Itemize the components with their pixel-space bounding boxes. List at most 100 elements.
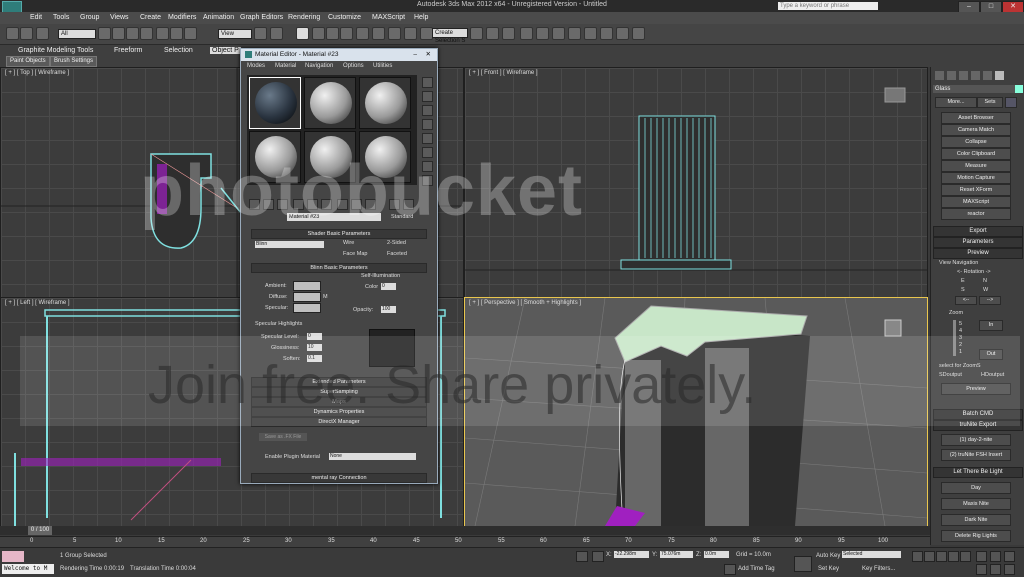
time-tag-icon[interactable]: [724, 564, 736, 575]
key-selection-dropdown[interactable]: Selected: [842, 551, 901, 558]
plugin-material-dropdown[interactable]: None: [329, 453, 416, 460]
zoom-all-icon[interactable]: [990, 551, 1001, 562]
snap-toggle-icon[interactable]: [296, 27, 309, 40]
zoom-in-button[interactable]: In: [979, 320, 1003, 331]
zoom-extents-icon[interactable]: [1004, 551, 1015, 562]
rollout-blinn-basic[interactable]: Blinn Basic Parameters: [251, 263, 427, 273]
radio-n[interactable]: N: [983, 278, 987, 284]
hierarchy-tab-icon[interactable]: [959, 71, 968, 80]
subtab-brush-settings[interactable]: Brush Settings: [50, 56, 98, 67]
sample-slot[interactable]: [304, 77, 356, 129]
display-tab-icon[interactable]: [983, 71, 992, 80]
x-coordinate-field[interactable]: -22.298m: [614, 551, 649, 558]
modify-tab-icon[interactable]: [947, 71, 956, 80]
camera-match-button[interactable]: Camera Match: [941, 124, 1011, 136]
reference-coord-dropdown[interactable]: View: [218, 29, 252, 39]
dark-nite-button[interactable]: Dark Nite: [941, 514, 1011, 526]
viewport-label-left[interactable]: [ + ] [ Left ] [ Wireframe ]: [5, 300, 70, 306]
set-key-button[interactable]: Set Key: [818, 566, 839, 572]
add-time-tag-button[interactable]: Add Time Tag: [738, 566, 775, 572]
tab-selection[interactable]: Selection: [164, 47, 193, 54]
faceted-checkbox[interactable]: Faceted: [387, 251, 407, 257]
uv-tiling-icon[interactable]: [422, 119, 433, 130]
render-production-icon[interactable]: [552, 27, 565, 40]
two-sided-checkbox[interactable]: 2-Sided: [387, 240, 406, 246]
menu-animation[interactable]: Animation: [203, 14, 234, 21]
radio-e[interactable]: E: [961, 278, 965, 284]
time-slider-track[interactable]: 0 / 100: [0, 526, 930, 535]
menu-group[interactable]: Group: [80, 14, 99, 21]
window-crossing-icon[interactable]: [140, 27, 153, 40]
layer-manager-icon[interactable]: [404, 27, 417, 40]
tab-object-paint[interactable]: Object P: [210, 47, 241, 54]
object-name-field[interactable]: Glass: [933, 85, 1015, 93]
menu-edit[interactable]: Edit: [30, 14, 42, 21]
specular-color-swatch[interactable]: [293, 303, 321, 313]
environment-icon[interactable]: [616, 27, 629, 40]
pan-view-icon[interactable]: [990, 564, 1001, 575]
activeshade-icon[interactable]: [584, 27, 597, 40]
minimize-icon[interactable]: –: [413, 49, 417, 61]
motion-tab-icon[interactable]: [971, 71, 980, 80]
select-move-icon[interactable]: [156, 27, 169, 40]
render-iterative-icon[interactable]: [568, 27, 581, 40]
link-icon[interactable]: [36, 27, 49, 40]
rotate-left-button[interactable]: <--: [955, 296, 977, 305]
y-coordinate-field[interactable]: 75.076m: [660, 551, 693, 558]
menu-maxscript[interactable]: MAXScript: [372, 14, 405, 21]
color-clipboard-button[interactable]: Color Clipboard: [941, 148, 1011, 160]
undo-icon[interactable]: [6, 27, 19, 40]
create-tab-icon[interactable]: [935, 71, 944, 80]
previous-frame-icon[interactable]: [924, 551, 935, 562]
wire-checkbox[interactable]: Wire: [343, 240, 354, 246]
timeline-ruler[interactable]: 0 5 10 15 20 25 30 35 40 45 50 55 60 65 …: [0, 536, 930, 547]
redo-icon[interactable]: [20, 27, 33, 40]
curve-editor-icon[interactable]: [470, 27, 483, 40]
select-manipulate-icon[interactable]: [270, 27, 283, 40]
viewport-label-front[interactable]: [ + ] [ Front ] [ Wireframe ]: [469, 70, 538, 76]
rollout-export[interactable]: Export: [933, 226, 1023, 237]
ambient-color-swatch[interactable]: [293, 281, 321, 291]
play-icon[interactable]: [936, 551, 947, 562]
next-frame-icon[interactable]: [948, 551, 959, 562]
trunite-fsh-insert-button[interactable]: (2) truNite FSH Insert: [941, 449, 1011, 461]
field-of-view-icon[interactable]: [976, 564, 987, 575]
mirror-icon[interactable]: [372, 27, 385, 40]
menu-views[interactable]: Views: [110, 14, 129, 21]
enable-plugin-checkbox[interactable]: Enable Plugin Material: [265, 454, 320, 460]
material-editor-titlebar[interactable]: Material Editor - Material #23 – ✕: [241, 49, 437, 61]
selection-set-dropdown[interactable]: Create Selection S: [432, 28, 468, 44]
backlight-icon[interactable]: [422, 91, 433, 102]
motion-capture-button[interactable]: Motion Capture: [941, 172, 1011, 184]
more-button[interactable]: More...: [935, 97, 977, 108]
background-icon[interactable]: [422, 105, 433, 116]
z-coordinate-field[interactable]: 0.0m: [704, 551, 729, 558]
select-rotate-icon[interactable]: [170, 27, 183, 40]
save-fx-button[interactable]: Save as .FX File: [259, 433, 307, 441]
rotate-right-button[interactable]: -->: [979, 296, 1001, 305]
menu-navigation[interactable]: Navigation: [305, 63, 333, 69]
asset-browser-button[interactable]: Asset Browser: [941, 112, 1011, 124]
day-2-nite-button[interactable]: (1) day-2-nite: [941, 434, 1011, 446]
self-illum-color-value[interactable]: 0: [381, 283, 396, 290]
measure-button[interactable]: Measure: [941, 160, 1011, 172]
maxscript-button[interactable]: MAXScript: [941, 196, 1011, 208]
object-color-swatch[interactable]: [1015, 85, 1023, 93]
render-teapot-icon[interactable]: [600, 27, 613, 40]
menu-help[interactable]: Help: [414, 14, 428, 21]
diffuse-map-button[interactable]: M: [323, 294, 328, 300]
utilities-tab-icon[interactable]: [995, 71, 1004, 80]
go-to-end-icon[interactable]: [960, 551, 971, 562]
maxis-nite-button[interactable]: Maxis Nite: [941, 498, 1011, 510]
angle-snap-icon[interactable]: [312, 27, 325, 40]
rollout-let-there-be-light[interactable]: Let There Be Light: [933, 467, 1023, 478]
percent-snap-icon[interactable]: [326, 27, 339, 40]
face-map-checkbox[interactable]: Face Map: [343, 251, 367, 257]
menu-graph-editors[interactable]: Graph Editors: [240, 14, 283, 21]
tab-freeform[interactable]: Freeform: [114, 47, 142, 54]
subtab-paint-objects[interactable]: Paint Objects: [6, 56, 50, 67]
rendered-frame-icon[interactable]: [536, 27, 549, 40]
key-filters-button[interactable]: Key Filters...: [862, 566, 895, 572]
align-icon[interactable]: [388, 27, 401, 40]
sample-type-icon[interactable]: [422, 77, 433, 88]
